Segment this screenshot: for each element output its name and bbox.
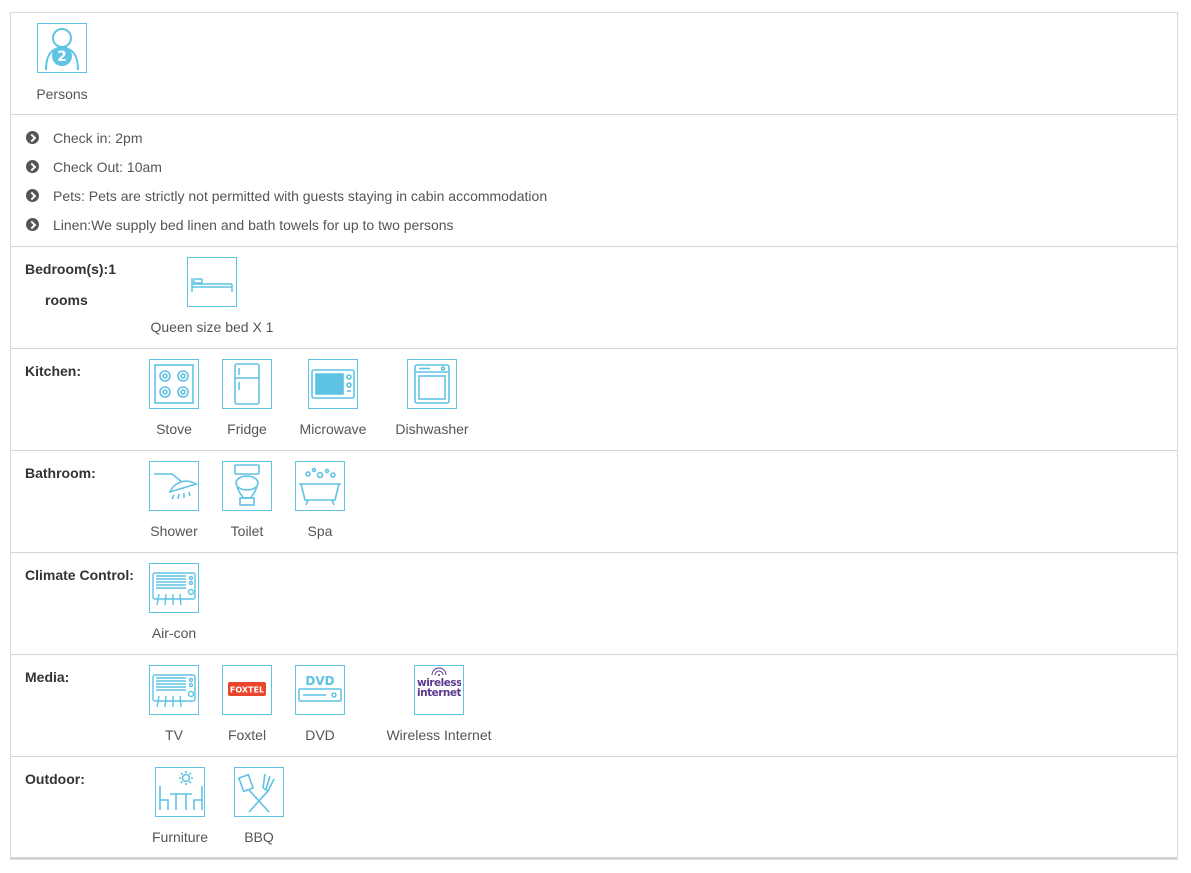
media-section: Media: TV FOXTEL Foxtel DVD DVD wireless… bbox=[11, 655, 1177, 757]
section-heading: Bedroom(s):1 rooms bbox=[25, 259, 135, 311]
dishwasher-icon bbox=[407, 359, 457, 409]
amenity-label: Wireless Internet bbox=[386, 727, 492, 743]
section-heading: Outdoor: bbox=[25, 771, 85, 787]
checkout-text: Check Out: 10am bbox=[53, 159, 162, 175]
chevron-right-icon bbox=[26, 218, 39, 231]
property-details-panel: 2 Persons Check in: 2pm Check Out: 10am … bbox=[10, 12, 1178, 860]
wireless-internet-icon: wireless internet bbox=[414, 665, 464, 715]
dvd-icon: DVD bbox=[295, 665, 345, 715]
pets-text: Pets: Pets are strictly not permitted wi… bbox=[53, 188, 548, 204]
amenity-label: DVD bbox=[305, 727, 335, 743]
persons-label: Persons bbox=[36, 86, 88, 102]
bedroom-sub: rooms bbox=[45, 292, 88, 308]
persons-count: 2 bbox=[57, 49, 67, 65]
kitchen-section: Kitchen: Stove Fridge Microwave Dishwash… bbox=[11, 349, 1177, 451]
toilet-icon bbox=[222, 461, 272, 511]
chevron-right-icon bbox=[26, 160, 39, 173]
spa-icon bbox=[295, 461, 345, 511]
section-heading: Bathroom: bbox=[25, 465, 96, 481]
persons-icon: 2 bbox=[37, 23, 87, 73]
amenity-label: Air-con bbox=[151, 625, 197, 641]
bathroom-section: Bathroom: Shower Toilet Spa bbox=[11, 451, 1177, 553]
amenity-label: Microwave bbox=[299, 421, 367, 437]
chevron-right-icon bbox=[26, 131, 39, 144]
amenity-label: Fridge bbox=[227, 421, 267, 437]
amenity-label: Foxtel bbox=[227, 727, 267, 743]
amenity-label: Furniture bbox=[151, 829, 209, 845]
info-list: Check in: 2pm Check Out: 10am Pets: Pets… bbox=[11, 128, 1177, 244]
bbq-icon bbox=[234, 767, 284, 817]
shower-icon bbox=[149, 461, 199, 511]
amenity-label: Shower bbox=[150, 523, 198, 539]
section-heading: Media: bbox=[25, 669, 70, 685]
amenity-label: Dishwasher bbox=[395, 421, 469, 437]
foxtel-logo-text: FOXTEL bbox=[230, 686, 264, 695]
checkin-text: Check in: 2pm bbox=[53, 130, 143, 146]
chevron-right-icon bbox=[26, 189, 39, 202]
foxtel-icon: FOXTEL bbox=[222, 665, 272, 715]
climate-section: Climate Control: Air-con bbox=[11, 553, 1177, 655]
section-heading: Climate Control: bbox=[25, 567, 134, 583]
stove-icon bbox=[149, 359, 199, 409]
fridge-icon bbox=[222, 359, 272, 409]
bedroom-section: Bedroom(s):1 rooms Queen size bed X 1 bbox=[11, 247, 1177, 349]
outdoor-section: Outdoor: Furniture BBQ bbox=[11, 757, 1177, 859]
list-item: Pets: Pets are strictly not permitted wi… bbox=[11, 186, 1177, 215]
aircon-icon bbox=[149, 563, 199, 613]
list-item: Linen:We supply bed linen and bath towel… bbox=[11, 215, 1177, 244]
microwave-icon bbox=[308, 359, 358, 409]
amenity-label: TV bbox=[165, 727, 183, 743]
linen-text: Linen:We supply bed linen and bath towel… bbox=[53, 217, 454, 233]
info-section: Check in: 2pm Check Out: 10am Pets: Pets… bbox=[11, 115, 1177, 247]
amenity-label: Stove bbox=[156, 421, 192, 437]
amenity-label: Spa bbox=[307, 523, 333, 539]
list-item: Check Out: 10am bbox=[11, 157, 1177, 186]
bed-icon bbox=[187, 257, 237, 307]
list-item: Check in: 2pm bbox=[11, 128, 1177, 157]
section-heading: Kitchen: bbox=[25, 363, 81, 379]
persons-section: 2 Persons bbox=[11, 13, 1177, 115]
outdoor-furniture-icon bbox=[155, 767, 205, 817]
amenity-label: Queen size bed X 1 bbox=[150, 319, 274, 335]
tv-icon bbox=[149, 665, 199, 715]
amenity-label: BBQ bbox=[244, 829, 274, 845]
bedroom-title: Bedroom(s):1 bbox=[25, 261, 117, 277]
wireless-logo-text: wireless internet bbox=[417, 678, 461, 699]
dvd-logo-text: DVD bbox=[305, 674, 334, 688]
amenity-label: Toilet bbox=[230, 523, 264, 539]
